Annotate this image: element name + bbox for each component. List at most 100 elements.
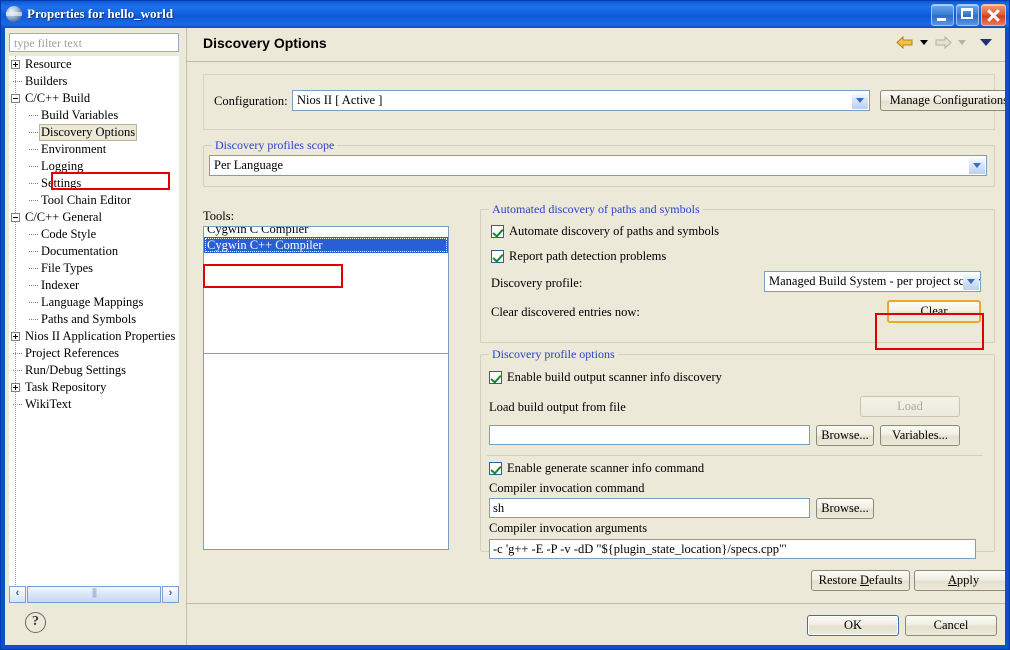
tree-item-label: Nios II Application Properties: [25, 329, 176, 343]
tree-item-build-variables[interactable]: Build Variables: [9, 107, 179, 124]
tree-item-label: Code Style: [41, 227, 97, 241]
settings-tree[interactable]: Resource Builders C/C++ Build Build Variabl…: [9, 56, 179, 601]
tree-item-project-references[interactable]: Project References: [9, 345, 179, 362]
tree-item-builders[interactable]: Builders: [9, 73, 179, 90]
tree-item-discovery-options[interactable]: Discovery Options: [9, 124, 179, 141]
clear-button[interactable]: Clear: [887, 300, 981, 323]
tree-item-environment[interactable]: Environment: [9, 141, 179, 158]
apply-button[interactable]: Apply: [914, 570, 1005, 591]
tree-item-c-c-build[interactable]: C/C++ Build: [9, 90, 179, 107]
tree-collapse-icon[interactable]: [11, 213, 20, 222]
tools-list-item[interactable]: Cygwin C++ Compiler: [204, 237, 448, 253]
automate-discovery-checkbox[interactable]: Automate discovery of paths and symbols: [491, 224, 719, 239]
enable-generate-command-checkbox[interactable]: Enable generate scanner info command: [489, 461, 704, 476]
tools-listbox-lower-extension[interactable]: [203, 354, 449, 550]
properties-dialog-window: Properties for hello_world type filter t…: [0, 0, 1010, 650]
scroll-right-button[interactable]: ›: [162, 586, 179, 603]
browse-command-button[interactable]: Browse...: [816, 498, 874, 519]
discovery-profile-options-label: Discovery profile options: [489, 347, 618, 362]
scroll-left-button[interactable]: ‹: [9, 586, 26, 603]
tree-item-resource[interactable]: Resource: [9, 56, 179, 73]
discovery-profile-combo[interactable]: Managed Build System - per project scanr: [764, 271, 981, 292]
tree-item-settings[interactable]: Settings: [9, 175, 179, 192]
discovery-profiles-scope-combo[interactable]: Per Language: [209, 155, 987, 176]
minimize-button[interactable]: [931, 4, 954, 26]
compiler-invocation-arguments-input[interactable]: -c 'g++ -E -P -v -dD "${plugin_state_loc…: [489, 539, 976, 559]
view-menu-chevron-down-icon[interactable]: [980, 39, 992, 46]
eclipse-sphere-icon: [6, 6, 22, 22]
scope-chevron-down-icon[interactable]: [969, 157, 985, 174]
tree-item-label: Documentation: [41, 244, 119, 258]
tree-item-label: Run/Debug Settings: [25, 363, 127, 377]
tree-item-code-style[interactable]: Code Style: [9, 226, 179, 243]
checkbox-check-icon: [491, 250, 504, 263]
discovery-profile-label: Discovery profile:: [491, 276, 583, 290]
tree-item-label: Discovery Options: [39, 124, 138, 141]
help-icon[interactable]: ?: [25, 612, 46, 633]
tree-item-c-c-general[interactable]: C/C++ General: [9, 209, 179, 226]
discovery-profile-chevron-down-icon[interactable]: [963, 273, 979, 290]
tree-item-language-mappings[interactable]: Language Mappings: [9, 294, 179, 311]
tree-leaf-icon: [11, 349, 22, 358]
tree-leaf-icon: [11, 400, 22, 409]
tree-item-indexer[interactable]: Indexer: [9, 277, 179, 294]
tree-item-run-debug-settings[interactable]: Run/Debug Settings: [9, 362, 179, 379]
tools-list-items: Cygwin C Compiler Cygwin C++ Compiler: [204, 227, 448, 253]
tree-item-task-repository[interactable]: Task Repository: [9, 379, 179, 396]
browse-file-button[interactable]: Browse...: [816, 425, 874, 446]
restore-defaults-button[interactable]: Restore Defaults: [811, 570, 910, 591]
tree-leaf-icon: [27, 281, 38, 290]
tree-item-wikitext[interactable]: WikiText: [9, 396, 179, 413]
tree-item-paths-and-symbols[interactable]: Paths and Symbols: [9, 311, 179, 328]
tree-item-label: Resource: [25, 57, 72, 71]
window-controls: [931, 4, 1006, 26]
tree-horizontal-scrollbar[interactable]: ‹ ›: [9, 586, 179, 603]
tree-collapse-icon[interactable]: [11, 94, 20, 103]
configuration-chevron-down-icon[interactable]: [852, 92, 868, 109]
tree-item-tool-chain-editor[interactable]: Tool Chain Editor: [9, 192, 179, 209]
tools-listbox[interactable]: Cygwin C Compiler Cygwin C++ Compiler: [203, 226, 449, 354]
tree-expand-icon[interactable]: [11, 383, 20, 392]
tree-item-logging[interactable]: Logging: [9, 158, 179, 175]
configuration-combo-value: Nios II [ Active ]: [297, 93, 383, 107]
close-button[interactable]: [981, 4, 1006, 26]
tree-item-label: WikiText: [25, 397, 72, 411]
tree-expand-icon[interactable]: [11, 332, 20, 341]
tree-expand-icon[interactable]: [11, 60, 20, 69]
cancel-button[interactable]: Cancel: [905, 615, 997, 636]
filter-input[interactable]: type filter text: [9, 33, 179, 52]
tree-item-label: Task Repository: [25, 380, 107, 394]
build-output-file-input[interactable]: [489, 425, 810, 445]
tree-item-documentation[interactable]: Documentation: [9, 243, 179, 260]
enable-scanner-discovery-checkbox[interactable]: Enable build output scanner info discove…: [489, 370, 722, 385]
configuration-label: Configuration:: [214, 94, 288, 108]
maximize-button[interactable]: [956, 4, 979, 26]
ok-button[interactable]: OK: [807, 615, 899, 636]
tree-item-label: Builders: [25, 74, 68, 88]
tree-item-label: File Types: [41, 261, 94, 275]
dialog-client-area: type filter text Resource Builders C/C++ B…: [5, 28, 1005, 645]
tree-item-label: Build Variables: [41, 108, 119, 122]
discovery-profile-value: Managed Build System - per project scanr: [769, 274, 981, 288]
discovery-profiles-scope-label: Discovery profiles scope: [212, 138, 338, 153]
checkbox-check-icon: [489, 462, 502, 475]
back-menu-chevron-down-icon[interactable]: [920, 40, 928, 45]
compiler-invocation-command-input[interactable]: sh: [489, 498, 810, 518]
configuration-combo[interactable]: Nios II [ Active ]: [292, 90, 870, 111]
tree-item-label: Tool Chain Editor: [41, 193, 132, 207]
tree-leaf-icon: [27, 145, 38, 154]
tree-item-file-types[interactable]: File Types: [9, 260, 179, 277]
variables-button[interactable]: Variables...: [880, 425, 960, 446]
compiler-invocation-arguments-label: Compiler invocation arguments: [489, 521, 648, 535]
title-bar: Properties for hello_world: [1, 1, 1009, 27]
checkbox-check-icon: [489, 371, 502, 384]
manage-configurations-button[interactable]: Manage Configurations...: [880, 90, 1005, 111]
report-path-problems-checkbox[interactable]: Report path detection problems: [491, 249, 666, 264]
load-button[interactable]: Load: [860, 396, 960, 417]
back-arrow-icon[interactable]: [896, 35, 914, 50]
scroll-thumb[interactable]: [27, 586, 161, 603]
tree-item-nios-ii-application-properties[interactable]: Nios II Application Properties: [9, 328, 179, 345]
tools-list-item[interactable]: Cygwin C Compiler: [204, 227, 448, 237]
tree-item-label: C/C++ General: [25, 210, 102, 224]
automate-discovery-label: Automate discovery of paths and symbols: [509, 224, 720, 238]
